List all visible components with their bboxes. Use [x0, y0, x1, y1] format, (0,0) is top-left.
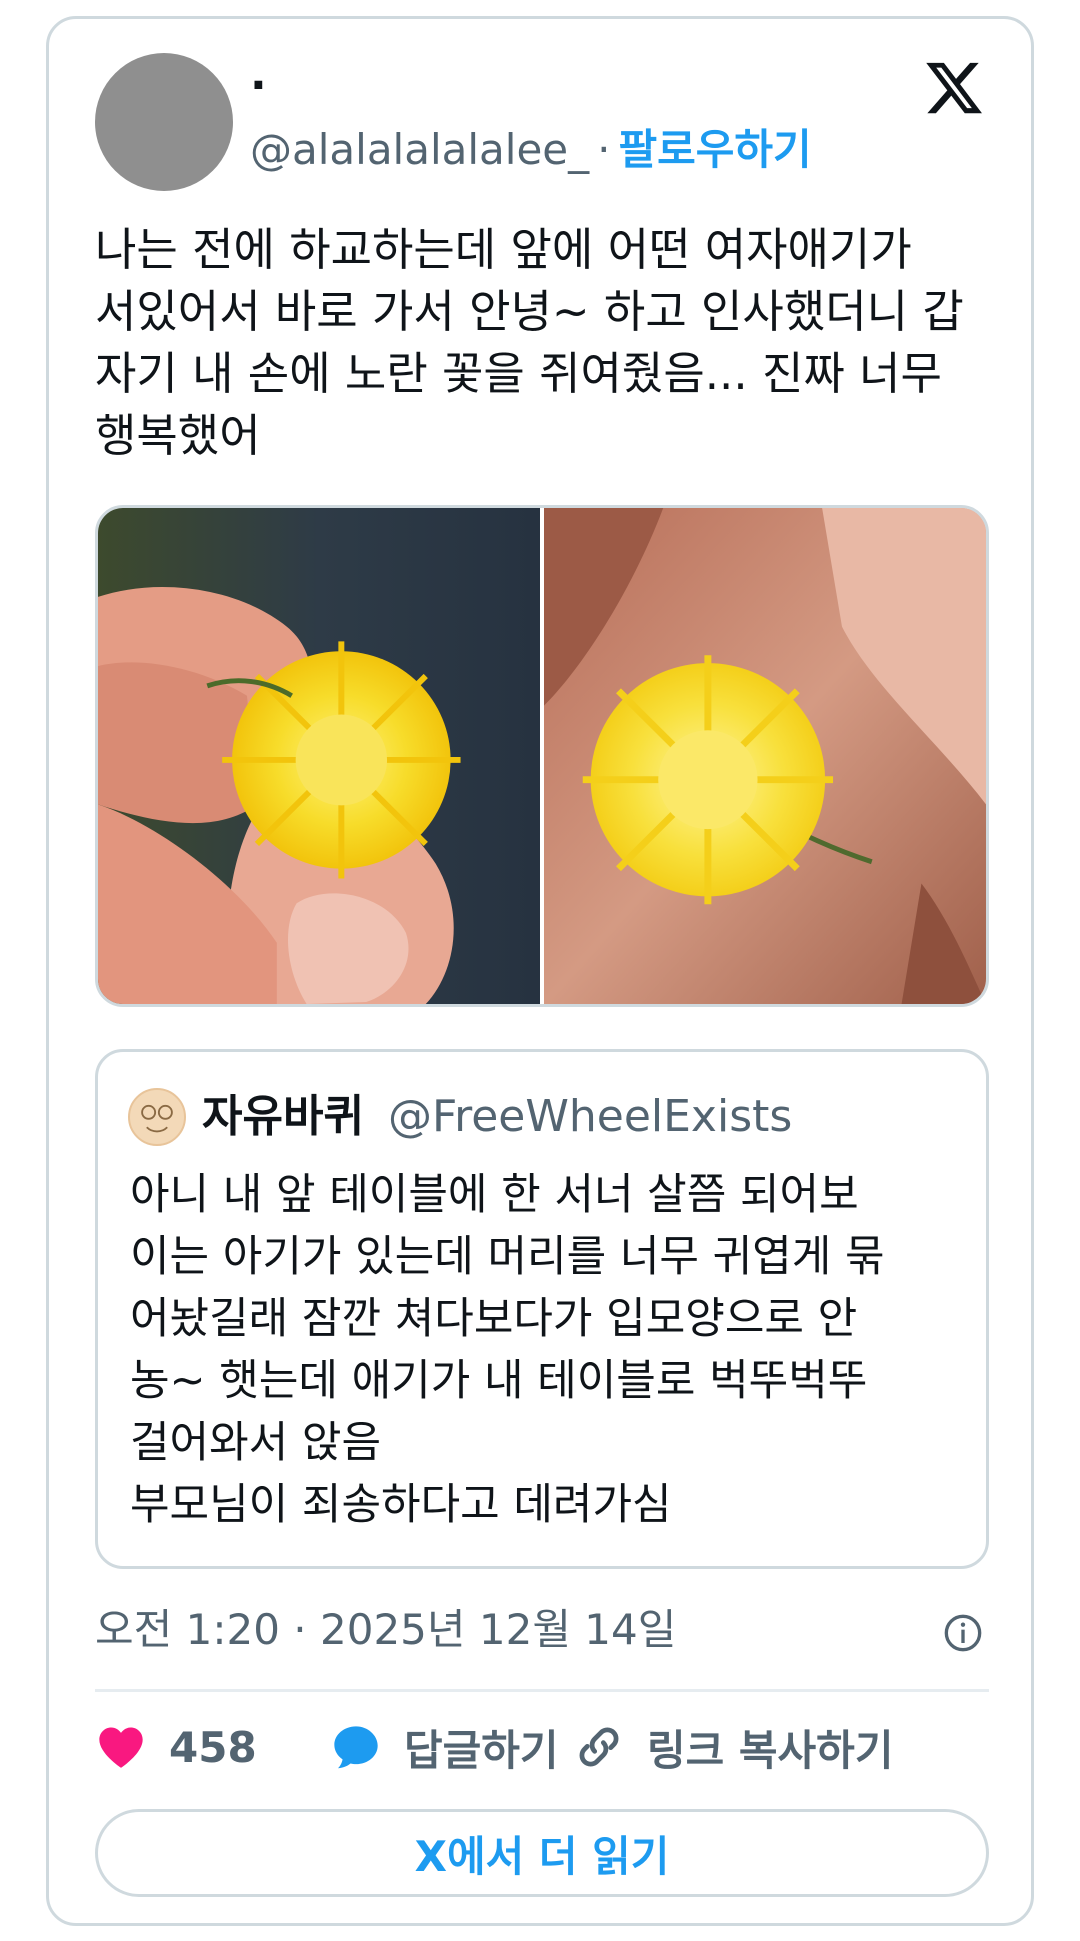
quoted-tweet-text: 아니 내 앞 테이블에 한 서너 살쯤 되어보 이는 아기가 있는데 머리를 너…: [130, 1170, 885, 1530]
author-handle[interactable]: @alalalalalalee_: [250, 125, 589, 174]
flower-photo-1[interactable]: [98, 508, 540, 1004]
tweet-actions: 458 답글하기 링크 복사하기: [95, 1709, 995, 1785]
author-handle-row: @alalalalalalee_ · 팔로우하기: [250, 123, 812, 177]
follow-button[interactable]: 팔로우하기: [618, 125, 811, 174]
heart-icon: [99, 1727, 143, 1768]
tweet-timestamp[interactable]: 오전 1:20 · 2025년 12월 14일: [95, 1603, 676, 1657]
tweet-media-grid[interactable]: [95, 505, 989, 1007]
like-button[interactable]: 458: [95, 1709, 257, 1785]
author-display-name[interactable]: ·: [250, 61, 267, 111]
tweet-text: 나는 전에 하교하는데 앞에 어떤 여자애기가 서있어서 바로 가서 안녕~ 하…: [95, 223, 964, 462]
quoted-author-name[interactable]: 자유바퀴: [202, 1088, 364, 1146]
tweet-embed-card: · @alalalalalalee_ · 팔로우하기 나는 전에 하교하는데 앞에 …: [46, 16, 1034, 1926]
info-icon[interactable]: [943, 1613, 983, 1653]
actions-divider: [95, 1689, 989, 1692]
reply-label: 답글하기: [404, 1725, 559, 1775]
author-avatar[interactable]: [95, 53, 233, 191]
reply-button[interactable]: 답글하기: [330, 1709, 559, 1785]
quoted-author-handle[interactable]: @FreeWheelExists: [388, 1088, 792, 1146]
x-logo-icon[interactable]: [923, 57, 985, 119]
reply-bubble-icon: [334, 1726, 378, 1769]
copy-link-label: 링크 복사하기: [647, 1725, 894, 1775]
handle-separator: ·: [597, 125, 611, 174]
read-more-on-x-button[interactable]: X에서 더 읽기: [95, 1809, 989, 1897]
quoted-avatar-art: [141, 1104, 173, 1133]
link-icon: [579, 1727, 619, 1767]
copy-link-button[interactable]: 링크 복사하기: [573, 1709, 893, 1785]
flower-photo-1-art: [98, 508, 540, 1004]
flower-photo-2-art: [544, 508, 986, 1004]
like-count: 458: [169, 1722, 257, 1772]
quoted-tweet[interactable]: 자유바퀴 @FreeWheelExists 아니 내 앞 테이블에 한 서너 살…: [95, 1049, 989, 1569]
quoted-author-avatar[interactable]: [128, 1088, 186, 1146]
flower-photo-2[interactable]: [544, 508, 986, 1004]
